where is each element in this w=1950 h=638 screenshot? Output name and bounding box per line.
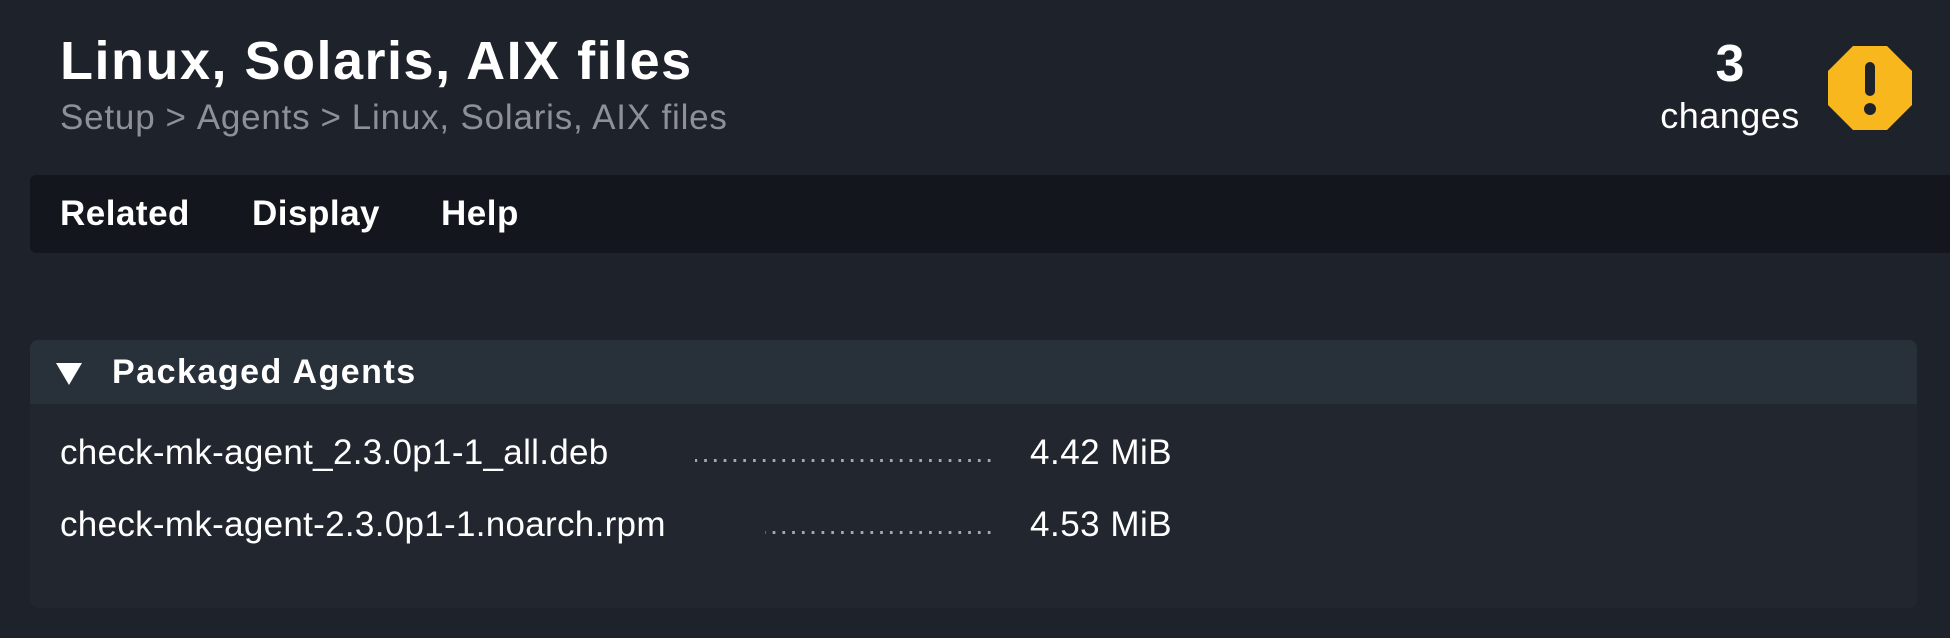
- page-title: Linux, Solaris, AIX files: [60, 31, 693, 91]
- file-row: check-mk-agent-2.3.0p1-1.noarch.rpm ....…: [60, 500, 1360, 550]
- changes-label[interactable]: changes: [1650, 94, 1810, 138]
- breadcrumb: Setup > Agents > Linux, Solaris, AIX files: [60, 96, 728, 140]
- file-size: 4.42 MiB: [1030, 433, 1173, 472]
- changes-count[interactable]: 3: [1650, 34, 1810, 94]
- menu-display[interactable]: Display: [252, 175, 380, 253]
- breadcrumb-separator: >: [165, 98, 187, 137]
- pending-changes[interactable]: 3 changes: [1650, 34, 1810, 138]
- page: Linux, Solaris, AIX files Setup > Agents > L…: [0, 0, 1950, 638]
- page-header: Linux, Solaris, AIX files Setup > Agents > L…: [60, 28, 728, 140]
- menu-related[interactable]: Related: [60, 175, 190, 253]
- breadcrumb-separator: >: [320, 98, 342, 137]
- panel-title[interactable]: Packaged Agents: [112, 340, 417, 404]
- menu-help[interactable]: Help: [441, 175, 519, 253]
- breadcrumb-current[interactable]: Linux, Solaris, AIX files: [352, 98, 728, 137]
- collapse-triangle-icon[interactable]: [56, 363, 82, 385]
- file-row: check-mk-agent_2.3.0p1-1_all.deb .......…: [60, 428, 1360, 478]
- page-menu-bar: Related Display Help: [30, 175, 1950, 253]
- packaged-agents-panel: Packaged Agents check-mk-agent_2.3.0p1-1…: [30, 340, 1917, 608]
- panel-header[interactable]: Packaged Agents: [30, 340, 1917, 404]
- file-link-rpm[interactable]: check-mk-agent-2.3.0p1-1.noarch.rpm: [60, 500, 666, 550]
- warning-octagon-icon[interactable]: [1828, 46, 1912, 130]
- file-size: 4.53 MiB: [1030, 505, 1173, 544]
- dot-leader: ........................................…: [695, 437, 995, 468]
- dot-leader: ........................................…: [765, 509, 995, 540]
- breadcrumb-setup[interactable]: Setup: [60, 98, 155, 137]
- breadcrumb-agents[interactable]: Agents: [197, 98, 311, 137]
- file-link-deb[interactable]: check-mk-agent_2.3.0p1-1_all.deb: [60, 428, 609, 478]
